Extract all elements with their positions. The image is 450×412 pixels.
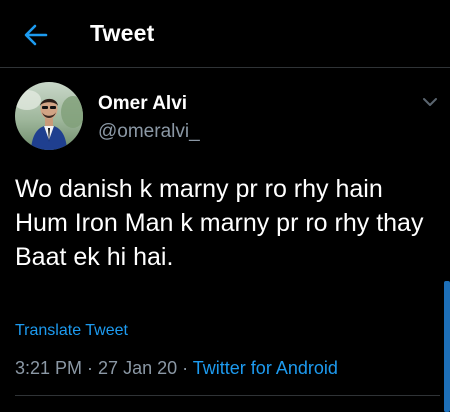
- meta-separator: ·: [82, 358, 99, 378]
- avatar[interactable]: [15, 82, 83, 150]
- translate-tweet-link[interactable]: Translate Tweet: [15, 322, 128, 340]
- meta-separator: ·: [177, 358, 193, 378]
- scrollbar[interactable]: [444, 281, 450, 412]
- divider: [15, 395, 440, 396]
- author-handle[interactable]: @omeralvi_: [98, 121, 200, 143]
- tweet-text: Wo danish k marny pr ro rhy hain Hum Iro…: [15, 175, 424, 271]
- tweet-source-link[interactable]: Twitter for Android: [193, 358, 338, 378]
- top-app-bar: Tweet: [0, 0, 450, 68]
- tweet-metadata: 3:21 PM · 27 Jan 20 · Twitter for Androi…: [15, 358, 338, 379]
- chevron-down-icon: [423, 98, 437, 106]
- tweet-date: 27 Jan 20: [98, 358, 178, 378]
- tweet-detail-screen: Tweet Omer Alvi @omeralvi_ Wo danish k m…: [0, 0, 450, 412]
- tweet-time: 3:21 PM: [15, 358, 83, 378]
- page-title: Tweet: [90, 20, 155, 46]
- arrow-left-icon: [24, 24, 48, 46]
- back-button[interactable]: [22, 22, 50, 48]
- author-name[interactable]: Omer Alvi: [98, 93, 187, 115]
- more-options-button[interactable]: [419, 94, 441, 110]
